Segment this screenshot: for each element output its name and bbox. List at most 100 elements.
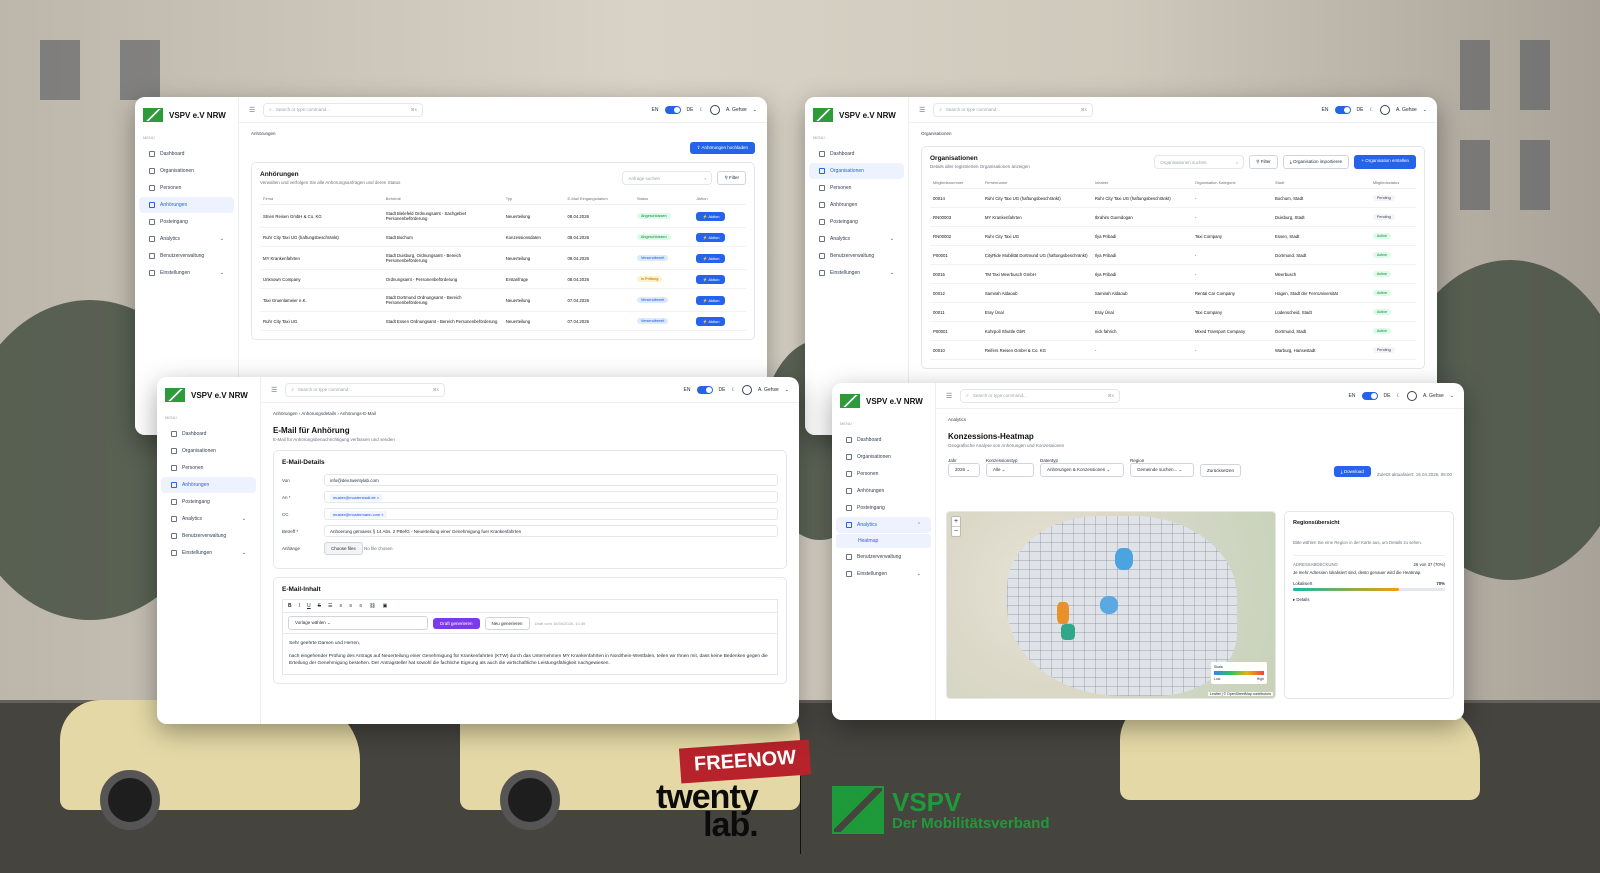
sidebar-item-personen[interactable]: Personen	[809, 180, 904, 196]
table-row[interactable]: Strien Reisen GmbH & Co. KG Stadt Bielef…	[260, 204, 746, 228]
draft-button[interactable]: Draft generieren	[433, 617, 480, 629]
sidebar-item-einstellungen[interactable]: Einstellungen ⌄	[809, 265, 904, 281]
avatar[interactable]	[1379, 104, 1390, 115]
sidebar-item-organisationen[interactable]: Organisationen	[161, 443, 256, 459]
sidebar-item-dashboard[interactable]: Dashboard	[139, 146, 234, 162]
sidebar-item-benutzerverwaltung[interactable]: Benutzerverwaltung	[836, 549, 931, 565]
sidebar-item-anhoerungen[interactable]: Anhörungen	[809, 197, 904, 213]
sidebar-item-benutzerverwaltung[interactable]: Benutzerverwaltung	[809, 248, 904, 264]
sidebar-item-posteingang[interactable]: Posteingang	[139, 214, 234, 230]
sidebar-item-analytics[interactable]: Analytics ⌄	[161, 511, 256, 527]
details-toggle[interactable]: ▸ Details	[1293, 597, 1445, 603]
table-row[interactable]: RN00003 MY Krankenfahrten Ibrahim Guendo…	[930, 207, 1416, 227]
user-menu[interactable]: A. Gehse	[726, 107, 747, 113]
avatar[interactable]	[709, 104, 720, 115]
align-center-icon[interactable]: ≡	[359, 603, 362, 609]
region-select[interactable]: Gemeinde suchen... ⌄	[1130, 463, 1194, 477]
heatmap-map[interactable]: + − Skala Low High Leaflet | © OpenStreet…	[946, 511, 1276, 699]
to-field[interactable]: muster@musterstadt.de ×	[324, 491, 778, 503]
table-row[interactable]: Unknown Company Ordnungsamt - Personenbe…	[260, 269, 746, 289]
menu-toggle-icon[interactable]: ☰	[271, 386, 277, 394]
moon-icon[interactable]: ☾	[1369, 107, 1373, 113]
action-button[interactable]: ⚡ Aktion	[696, 274, 726, 284]
italic-icon[interactable]: I	[299, 603, 300, 609]
template-select[interactable]: Vorlage wählen ⌄	[288, 616, 428, 630]
zoom-in-button[interactable]: +	[952, 517, 960, 527]
language-toggle[interactable]	[664, 105, 681, 114]
table-row[interactable]: RN00002 Ruhr City Taxi UG Ilya Pribadi T…	[930, 226, 1416, 246]
sidebar-item-benutzerverwaltung[interactable]: Benutzerverwaltung	[161, 528, 256, 544]
avatar[interactable]	[1406, 390, 1417, 401]
command-search[interactable]: ⌕ Search or type command... ⌘K	[933, 102, 1094, 117]
moon-icon[interactable]: ☾	[699, 107, 703, 113]
sidebar-item-dashboard[interactable]: Dashboard	[836, 432, 931, 448]
sidebar-item-einstellungen[interactable]: Einstellungen ⌄	[139, 265, 234, 281]
year-select[interactable]: 2026 ⌄	[948, 463, 980, 477]
action-button[interactable]: ⚡ Aktion	[696, 253, 726, 263]
sidebar-item-posteingang[interactable]: Posteingang	[809, 214, 904, 230]
sidebar-item-benutzerverwaltung[interactable]: Benutzerverwaltung	[139, 248, 234, 264]
sidebar-item-einstellungen[interactable]: Einstellungen ⌄	[161, 545, 256, 561]
filter-button[interactable]: ⚲ Filter	[717, 171, 746, 185]
table-row[interactable]: 00011 Eray Ünal Eray Ünal Taxi Company L…	[930, 302, 1416, 322]
sidebar-item-posteingang[interactable]: Posteingang	[836, 500, 931, 516]
action-button[interactable]: ⚡ Aktion	[696, 295, 726, 305]
from-field[interactable]: info@dev.twentylab.com	[324, 474, 778, 486]
user-menu[interactable]: A. Gehse	[1423, 393, 1444, 399]
download-button[interactable]: ⤓ Download	[1333, 466, 1371, 477]
action-button[interactable]: ⚡ Aktion	[696, 232, 726, 242]
list-icon[interactable]: ☰	[328, 603, 332, 609]
region-highlight-orange[interactable]	[1057, 602, 1069, 624]
underline-icon[interactable]: U	[307, 603, 311, 609]
sidebar-item-posteingang[interactable]: Posteingang	[161, 494, 256, 510]
sidebar-item-analytics[interactable]: Analytics ⌄	[809, 231, 904, 247]
action-button[interactable]: ⚡ Aktion	[696, 211, 726, 221]
cc-field[interactable]: muster@mustermann.com ×	[324, 508, 778, 520]
user-menu[interactable]: A. Gehse	[1396, 107, 1417, 113]
menu-toggle-icon[interactable]: ☰	[946, 392, 952, 400]
image-icon[interactable]: ▣	[383, 603, 388, 609]
anfrage-search-input[interactable]: Anfrage suchen ⌕	[622, 171, 713, 185]
sidebar-item-personen[interactable]: Personen	[161, 460, 256, 476]
command-search[interactable]: ⌕ Search or type command... ⌘K	[285, 382, 446, 397]
table-row[interactable]: 00015 TM Taxi Meerbusch GmbH Ilya Pribad…	[930, 264, 1416, 284]
table-row[interactable]: MY Krankenfahrten Stadt Duisburg, Ordnun…	[260, 246, 746, 270]
link-icon[interactable]: ⛓	[369, 603, 375, 609]
sidebar-item-personen[interactable]: Personen	[139, 180, 234, 196]
municipality-regions[interactable]	[1007, 516, 1237, 696]
language-toggle[interactable]	[696, 385, 713, 394]
reset-button[interactable]: Zurücksetzen	[1200, 464, 1242, 477]
menu-toggle-icon[interactable]: ☰	[919, 106, 925, 114]
bold-icon[interactable]: B	[288, 603, 292, 609]
sidebar-item-analytics[interactable]: Analytics ⌄	[139, 231, 234, 247]
moon-icon[interactable]: ☾	[1396, 393, 1400, 399]
command-search[interactable]: ⌕ Search or type command... ⌘K	[263, 102, 424, 117]
user-menu[interactable]: A. Gehse	[758, 387, 779, 393]
table-row[interactable]: Ruhr City Taxi UG Stadt Essen Ordnungsam…	[260, 311, 746, 331]
region-highlight-blue-2[interactable]	[1100, 596, 1118, 614]
datentyp-select[interactable]: Anhörungen & Konzessionen ⌄	[1040, 463, 1124, 477]
table-row[interactable]: P00001 Kohrpoll Shuttle GbR nick fahrich…	[930, 321, 1416, 341]
table-row[interactable]: Taxi Gruenlameier e.K. Stadt Dortmund Or…	[260, 288, 746, 312]
table-row[interactable]: 00010 Reifers Reisen GmbH & Co. KG - - W…	[930, 340, 1416, 360]
sidebar-item-analytics[interactable]: Analytics ⌃	[836, 517, 931, 533]
region-highlight-teal[interactable]	[1061, 624, 1075, 640]
create-organisation-button[interactable]: + Organisation erstellen	[1354, 155, 1416, 169]
language-toggle[interactable]	[1334, 105, 1351, 114]
command-search[interactable]: ⌕ Search or type command... ⌘K	[960, 388, 1121, 403]
language-toggle[interactable]	[1361, 391, 1378, 400]
sidebar-item-einstellungen[interactable]: Einstellungen ⌄	[836, 566, 931, 582]
subject-field[interactable]: Anhoerung gemaess § 14 Abs. 2 PBefG - Ne…	[324, 525, 778, 537]
region-highlight-blue-1[interactable]	[1115, 548, 1133, 570]
sidebar-item-personen[interactable]: Personen	[836, 466, 931, 482]
table-row[interactable]: P00001 CityRide Mobilität Dortmund UG (h…	[930, 245, 1416, 265]
align-left-icon[interactable]: ≡	[349, 603, 352, 609]
sidebar-item-anhoerungen[interactable]: Anhörungen	[161, 477, 256, 493]
sidebar-item-anhoerungen[interactable]: Anhörungen	[139, 197, 234, 213]
zoom-out-button[interactable]: −	[952, 527, 960, 536]
sidebar-item-dashboard[interactable]: Dashboard	[809, 146, 904, 162]
choose-files-button[interactable]: Choose files	[324, 542, 363, 555]
table-row[interactable]: 00012 Samirah Aldaoub Samirah Aldaoub Re…	[930, 283, 1416, 303]
ordered-list-icon[interactable]: ≡	[339, 603, 342, 609]
action-button[interactable]: ⚡ Aktion	[696, 316, 726, 326]
